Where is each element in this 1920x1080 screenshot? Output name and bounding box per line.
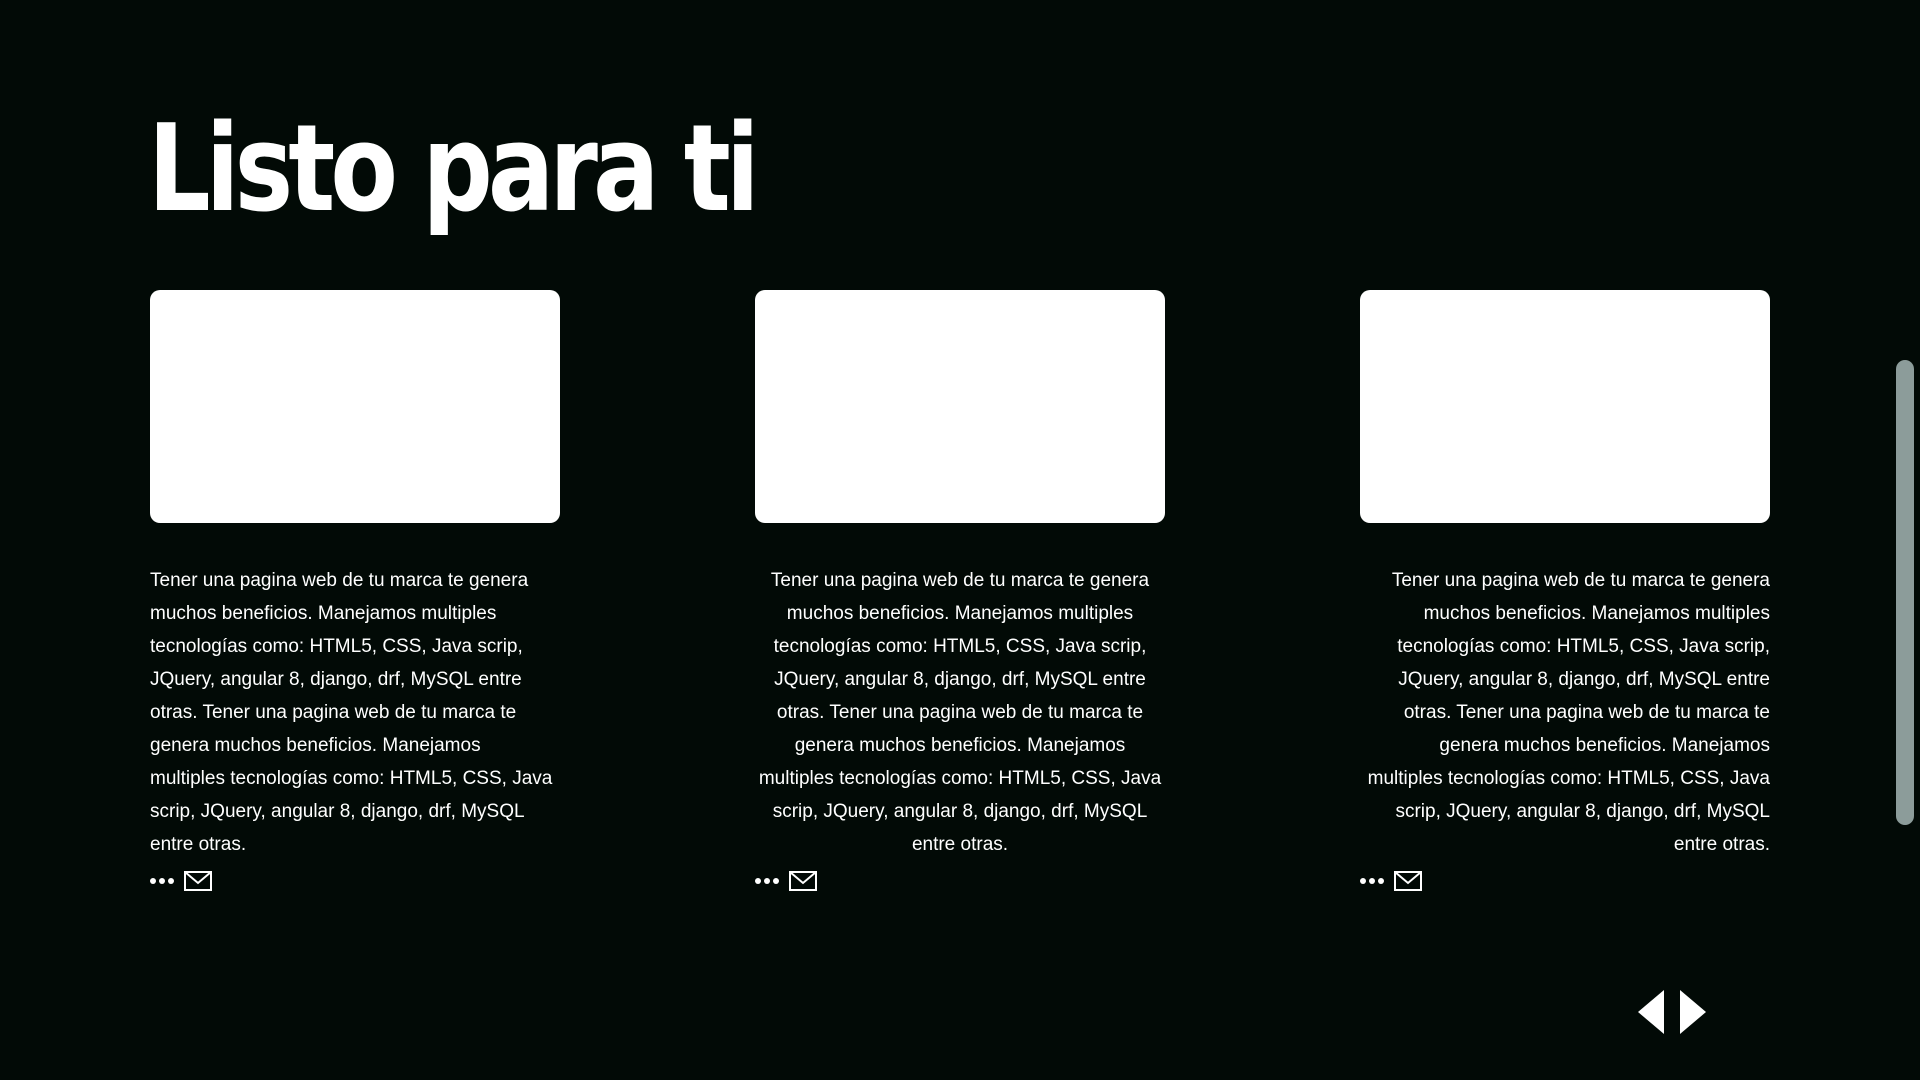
- arrow-left-icon[interactable]: [1638, 990, 1664, 1034]
- card-image[interactable]: [150, 290, 560, 523]
- mail-icon[interactable]: [1394, 871, 1422, 891]
- more-dots-icon[interactable]: [1360, 878, 1384, 884]
- more-dots-icon[interactable]: [150, 878, 174, 884]
- card-actions: [755, 869, 1165, 893]
- card-description: Tener una pagina web de tu marca te gene…: [1367, 570, 1770, 855]
- card-1: Tener una pagina web de tu marca te gene…: [150, 290, 560, 893]
- card-actions: [150, 869, 560, 893]
- carousel-pager: [1638, 990, 1706, 1034]
- page: Listo para ti Tener una pagina web de tu…: [0, 0, 1920, 1080]
- card-3: Tener una pagina web de tu marca te gene…: [1360, 290, 1770, 893]
- card-image[interactable]: [1360, 290, 1770, 523]
- card-actions: [1360, 869, 1770, 893]
- card-description: Tener una pagina web de tu marca te gene…: [758, 570, 1162, 855]
- mail-icon[interactable]: [184, 871, 212, 891]
- more-dots-icon[interactable]: [755, 878, 779, 884]
- mail-icon[interactable]: [789, 871, 817, 891]
- card-image[interactable]: [755, 290, 1165, 523]
- arrow-right-icon[interactable]: [1680, 990, 1706, 1034]
- card-description: Tener una pagina web de tu marca te gene…: [150, 570, 553, 855]
- page-title: Listo para ti: [148, 100, 760, 239]
- card-2: Tener una pagina web de tu marca te gene…: [755, 290, 1165, 893]
- scrollbar-thumb[interactable]: [1896, 360, 1914, 825]
